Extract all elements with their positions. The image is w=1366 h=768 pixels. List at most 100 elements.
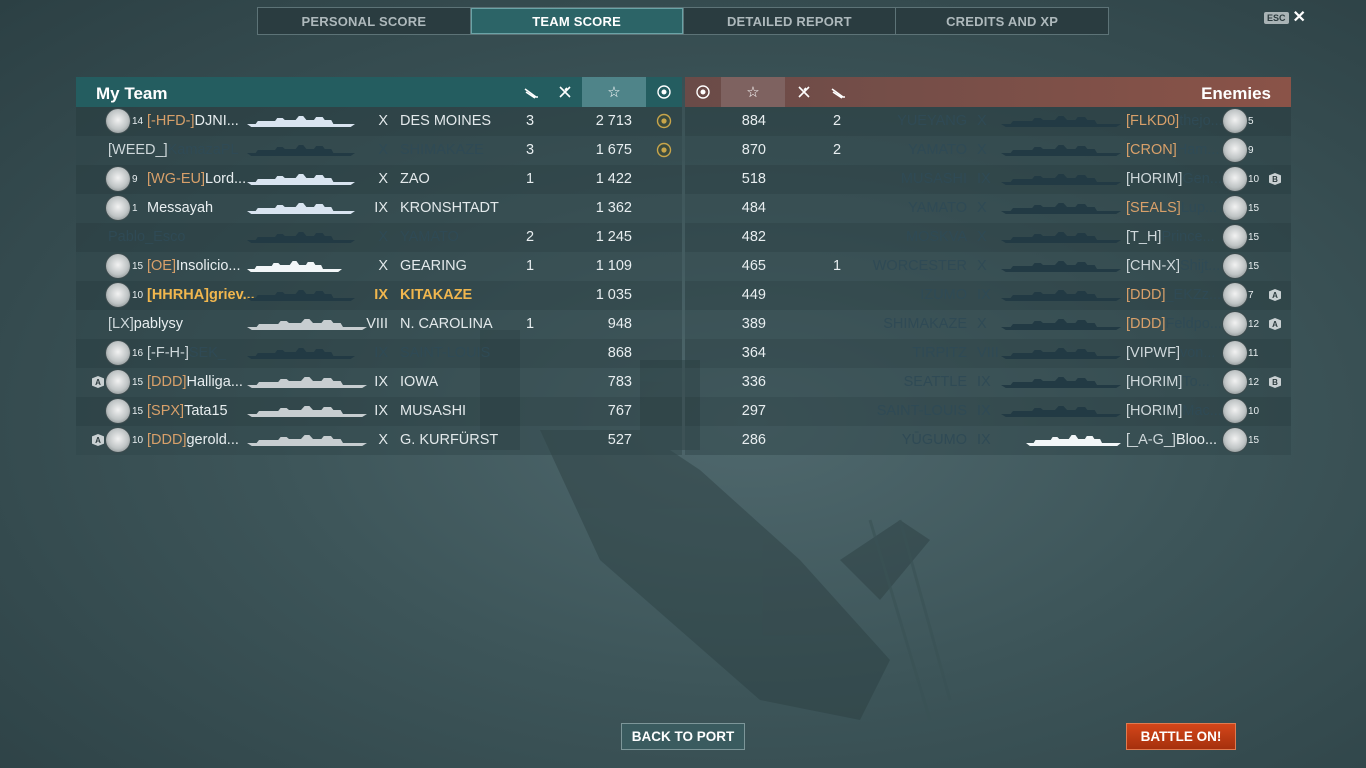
player-name: KamazaPL — [167, 142, 239, 158]
tab-team-score[interactable]: TEAM SCORE — [470, 8, 684, 34]
enemy-row[interactable]: 518 MUSASHI IX [HORIM]Gen... 10 B — [685, 165, 1291, 194]
rank-badge-icon — [1223, 167, 1247, 191]
rank-level: 10 — [132, 290, 144, 301]
ship-silhouette-icon — [1001, 406, 1121, 418]
base-xp-score: 1 675 — [595, 142, 632, 158]
enemies-title: Enemies — [1201, 84, 1271, 103]
team-row[interactable]: 14 [-HFD-]DJNI... X DES MOINES 3 2 713 — [76, 107, 682, 136]
base-xp-score: 286 — [741, 432, 766, 448]
back-to-port-button[interactable]: BACK TO PORT — [621, 723, 745, 750]
ship-tier: IX — [977, 287, 991, 303]
enemy-row[interactable]: 286 YŪGUMO IX [_A-G_]Bloo... 15 — [685, 426, 1291, 455]
ship-silhouette-icon — [247, 145, 355, 157]
my-team-title: My Team — [96, 84, 168, 103]
enemy-row[interactable]: 449 IZUMO IX [DDD]_EKZz... 7 A — [685, 281, 1291, 310]
player-name: Insolicio... — [176, 258, 241, 274]
player-name: pablysy — [133, 316, 183, 332]
ship-name: MUSASHI — [400, 403, 467, 419]
team-row[interactable]: 16 [-F-H-]SEK_ IX SAINT-LOUIS 868 — [76, 339, 682, 368]
ship-tier: X — [378, 113, 388, 129]
player-name: Ham... — [1176, 142, 1220, 158]
ship-tier: X — [977, 316, 987, 332]
result-tabs: PERSONAL SCORE TEAM SCORE DETAILED REPOR… — [257, 7, 1109, 35]
ship-silhouette-icon — [1001, 377, 1121, 389]
ship-tier: IX — [977, 403, 991, 419]
my-team-header: My Team ☆ — [76, 77, 682, 107]
medal-icon — [656, 113, 672, 129]
base-xp-score: 389 — [741, 316, 766, 332]
ships-sunk-count: 1 — [833, 258, 842, 274]
player-name: Bloo... — [1175, 432, 1218, 448]
team-row[interactable]: 1 Messayah IX KRONSHTADT 1 362 — [76, 194, 682, 223]
rank-level: 14 — [132, 116, 144, 127]
base-xp-score: 870 — [741, 142, 766, 158]
rank-badge-icon — [1223, 370, 1247, 394]
ship-name: YAMATO — [908, 200, 967, 216]
player-name-cell: Pablo_Esco — [108, 229, 185, 245]
tab-credits-and-xp[interactable]: CREDITS AND XP — [896, 8, 1108, 34]
rank-level: 15 — [1248, 203, 1260, 214]
team-row[interactable]: [WEED_]KamazaPL X SHIMAKAZE 3 1 675 — [76, 136, 682, 165]
team-row[interactable]: [LX]pablysy VIII N. CAROLINA 1 948 — [76, 310, 682, 339]
enemy-row[interactable]: 364 TIRPITZ VIII [VIPWF]von... 11 — [685, 339, 1291, 368]
ship-silhouette-icon — [1001, 232, 1121, 244]
rank-level: 15 — [132, 406, 144, 417]
base-xp-score: 518 — [741, 171, 766, 187]
ship-silhouette-icon — [1026, 435, 1121, 447]
team-row[interactable]: A 10 [DDD]gerold... X G. KURFÜRST 527 — [76, 426, 682, 455]
rank-level: 15 — [1248, 232, 1260, 243]
team-row[interactable]: 10 [HHRHA]griev... IX KITAKAZE 1 035 — [76, 281, 682, 310]
close-button[interactable]: ESC ✕ — [1264, 10, 1306, 26]
base-xp-score: 868 — [607, 345, 632, 361]
clan-tag: [FLKD0] — [1126, 113, 1180, 129]
tab-personal-score[interactable]: PERSONAL SCORE — [258, 8, 471, 34]
ship-tier: IX — [977, 171, 991, 187]
player-name-cell: [CHN-X]Shijt... — [1126, 258, 1220, 274]
base-xp-score: 484 — [741, 200, 766, 216]
rank-badge-icon — [1223, 283, 1247, 307]
team-row[interactable]: A 15 [DDD]Halliga... IX IOWA 783 — [76, 368, 682, 397]
rank-badge-icon — [106, 283, 130, 307]
ship-silhouette-icon — [247, 203, 355, 215]
enemy-row[interactable]: 884 2 YUEYANG X [FLKD0]thejo... 5 — [685, 107, 1291, 136]
battle-on-button[interactable]: BATTLE ON! — [1126, 723, 1236, 750]
clan-tag: [WG-EU] — [147, 171, 205, 187]
player-name: Shijt... — [1179, 258, 1221, 274]
team-row[interactable]: 15 [OE]Insolicio... X GEARING 1 1 109 — [76, 252, 682, 281]
enemy-row[interactable]: 297 SAINT-LOUIS IX [HORIM]Mac... 10 — [685, 397, 1291, 426]
enemy-row[interactable]: 482 MOSKVA X [T_H]Prince... 15 — [685, 223, 1291, 252]
ship-silhouette-icon — [247, 348, 355, 360]
enemy-row[interactable]: 484 YAMATO X [SEALS]Lup... 15 — [685, 194, 1291, 223]
base-xp-score: 527 — [607, 432, 632, 448]
rank-level: 12 — [1248, 319, 1260, 330]
enemy-row[interactable]: 465 1 WORCESTER X [CHN-X]Shijt... 15 — [685, 252, 1291, 281]
player-name: von... — [1179, 345, 1216, 361]
ship-tier: VIII — [366, 316, 388, 332]
team-row[interactable]: 9 [WG-EU]Lord... X ZAO 1 1 422 — [76, 165, 682, 194]
ship-tier: X — [977, 258, 987, 274]
team-row[interactable]: Pablo_Esco X YAMATO 2 1 245 — [76, 223, 682, 252]
tab-detailed-report[interactable]: DETAILED REPORT — [684, 8, 897, 34]
ships-sunk-count: 1 — [526, 171, 535, 187]
rank-badge-icon — [1223, 225, 1247, 249]
division-tag: A — [92, 434, 104, 446]
enemy-row[interactable]: 389 SHIMAKAZE X [DDD]Feldpo... 12 A — [685, 310, 1291, 339]
close-icon[interactable]: ✕ — [1293, 10, 1306, 26]
player-name: Pablo_Esco — [108, 229, 186, 245]
rank-badge-icon — [1223, 428, 1247, 452]
ship-silhouette-icon — [1001, 290, 1121, 302]
ship-tier: X — [378, 229, 388, 245]
rank-badge-icon — [106, 196, 130, 220]
rank-level: 16 — [132, 348, 144, 359]
enemy-row[interactable]: 870 2 YAMATO X [CRON]Ham... 9 — [685, 136, 1291, 165]
team-row[interactable]: 15 [SPX]Tata15 IX MUSASHI 767 — [76, 397, 682, 426]
enemy-row[interactable]: 336 SEATTLE IX [HORIM]To... 12 B — [685, 368, 1291, 397]
base-xp-score: 1 362 — [595, 200, 632, 216]
ship-silhouette-icon — [1001, 145, 1121, 157]
division-tag: B — [1269, 173, 1281, 185]
clan-tag: [HORIM] — [1126, 403, 1183, 419]
rank-level: 1 — [132, 203, 138, 214]
rank-badge-icon — [106, 167, 130, 191]
enemies-panel: ☆ Enemies 884 2 YUEYANG X [FLKD0]thejo... 5 87… — [685, 77, 1291, 455]
ship-name: IZUMO — [920, 287, 967, 303]
